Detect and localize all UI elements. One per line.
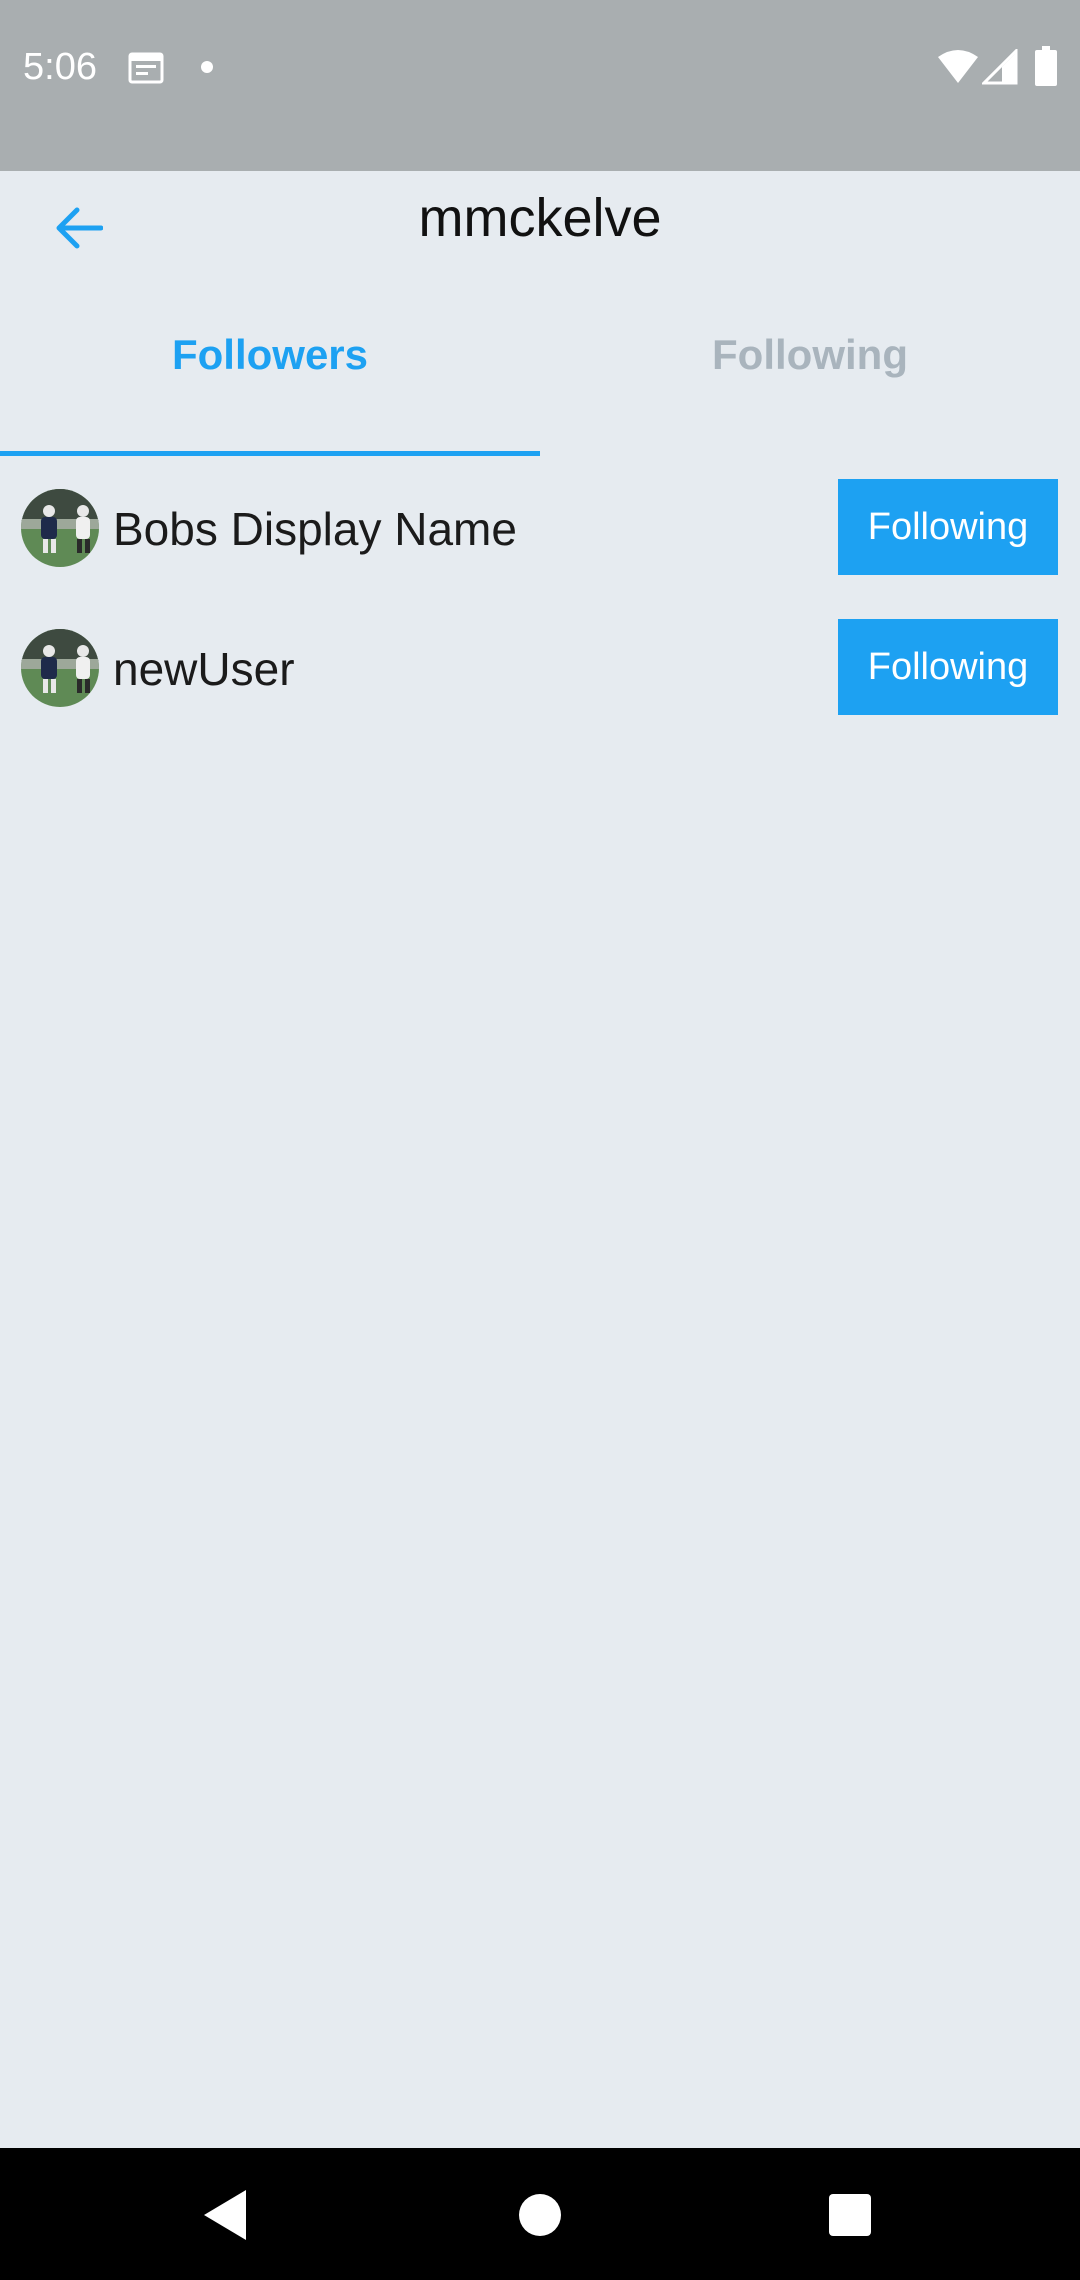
tab-following[interactable]: Following <box>540 310 1080 410</box>
active-tab-indicator <box>0 451 540 456</box>
following-button[interactable]: Following <box>838 619 1058 715</box>
battery-icon <box>1035 46 1057 86</box>
status-bar: 5:06 <box>0 0 1080 171</box>
notification-dot-icon <box>201 61 213 73</box>
nav-home-icon[interactable] <box>519 2194 561 2236</box>
tab-followers[interactable]: Followers <box>0 310 540 410</box>
avatar-image <box>21 629 99 707</box>
following-button[interactable]: Following <box>838 479 1058 575</box>
signal-icon <box>982 49 1018 85</box>
avatar-image <box>21 489 99 567</box>
avatar[interactable] <box>21 629 99 707</box>
user-name[interactable]: newUser <box>113 643 295 695</box>
nav-back-icon[interactable] <box>200 2188 250 2242</box>
avatar[interactable] <box>21 489 99 567</box>
nav-recents-icon[interactable] <box>829 2194 871 2236</box>
page-title: mmckelve <box>418 188 662 248</box>
navigation-bar <box>0 2148 1080 2280</box>
wifi-icon <box>938 50 978 83</box>
calendar-icon <box>128 52 164 84</box>
user-name[interactable]: Bobs Display Name <box>113 503 517 555</box>
list-item[interactable]: Bobs Display Name Following <box>0 473 1080 583</box>
list-item[interactable]: newUser Following <box>0 613 1080 723</box>
status-time: 5:06 <box>23 46 97 88</box>
